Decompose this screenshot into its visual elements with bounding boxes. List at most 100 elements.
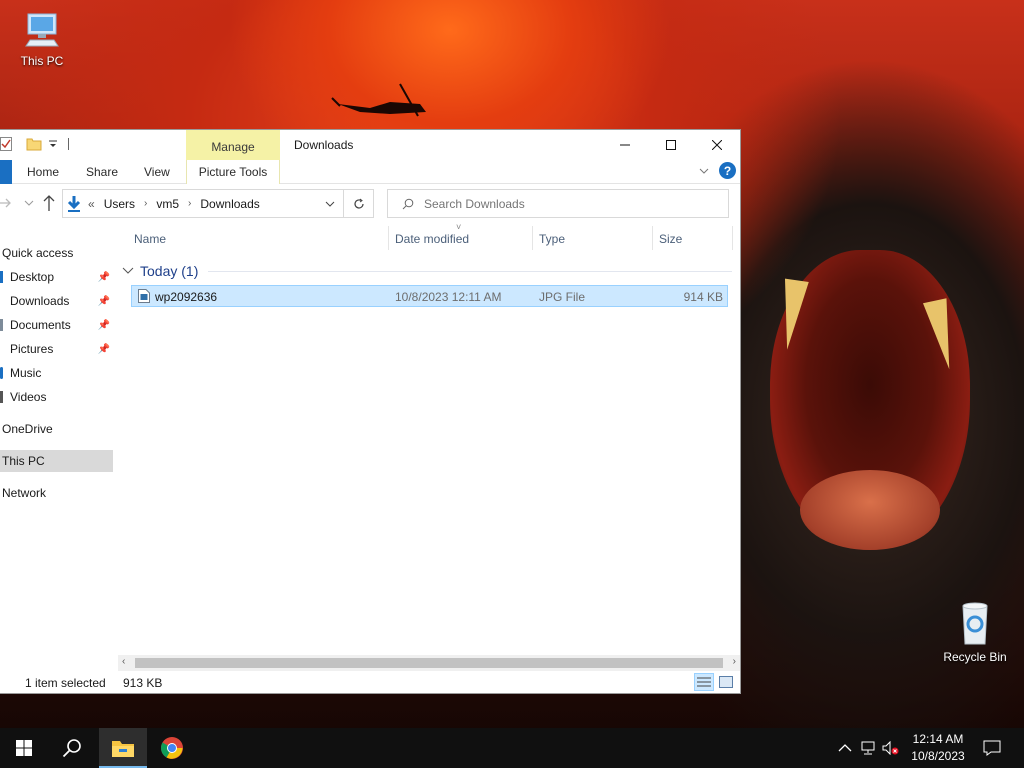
nav-item-label: Quick access: [2, 246, 74, 260]
scroll-left-icon[interactable]: ‹: [122, 656, 125, 667]
ribbon-tab-bar: Home Share View Picture Tools ?: [0, 160, 740, 184]
taskbar-file-explorer[interactable]: [99, 728, 147, 768]
breadcrumb-vm5[interactable]: vm5: [156, 197, 179, 211]
downloads-folder-icon: [67, 195, 81, 212]
file-name: wp2092636: [155, 290, 218, 304]
network-icon[interactable]: [860, 741, 878, 755]
forward-arrow-icon[interactable]: [0, 195, 14, 211]
customize-toolbar-dropdown-icon[interactable]: [48, 139, 58, 149]
up-arrow-icon[interactable]: [42, 194, 56, 212]
column-header-size[interactable]: Size: [659, 232, 682, 246]
quick-access-toolbar: [0, 137, 69, 151]
large-icons-view-button[interactable]: [716, 673, 736, 691]
jpg-file-icon: [138, 289, 150, 303]
address-overflow[interactable]: «: [88, 197, 95, 211]
breadcrumb-downloads[interactable]: Downloads: [200, 197, 259, 211]
taskbar-clock[interactable]: 12:14 AM 10/8/2023: [904, 731, 972, 765]
scrollbar-thumb[interactable]: [135, 658, 723, 668]
nav-item-downloads[interactable]: Downloads 📌: [0, 290, 113, 312]
maximize-icon: [666, 140, 676, 150]
details-view-button[interactable]: [694, 673, 714, 691]
tab-home[interactable]: Home: [27, 165, 59, 179]
nav-item-label: Network: [2, 486, 47, 500]
help-icon[interactable]: ?: [719, 162, 736, 179]
tab-share[interactable]: Share: [86, 165, 118, 179]
column-divider[interactable]: [388, 226, 389, 250]
expand-ribbon-icon[interactable]: [699, 168, 709, 174]
tab-picture-tools[interactable]: Picture Tools: [186, 160, 280, 184]
column-header-name[interactable]: Name: [134, 232, 166, 246]
scroll-right-icon[interactable]: ›: [733, 656, 736, 667]
desktop-icon-this-pc[interactable]: This PC: [4, 10, 80, 68]
group-divider: [208, 270, 732, 272]
nav-item-label: Videos: [10, 390, 47, 404]
nav-network[interactable]: Network: [0, 482, 113, 504]
address-dropdown-icon[interactable]: [325, 201, 335, 207]
breadcrumb-users[interactable]: Users: [104, 197, 135, 211]
close-button[interactable]: [694, 130, 740, 160]
action-center-button[interactable]: [968, 728, 1016, 768]
desktop-icon-label: This PC: [20, 54, 64, 68]
breadcrumb-chevron-icon[interactable]: ›: [188, 198, 191, 209]
status-bar: 1 item selected 913 KB: [0, 671, 740, 695]
wallpaper-ape-tongue: [800, 470, 940, 550]
nav-item-videos[interactable]: Videos: [0, 386, 113, 408]
start-button[interactable]: [0, 728, 48, 768]
windows-logo-icon: [16, 740, 32, 756]
pin-icon: 📌: [97, 271, 110, 283]
new-folder-icon[interactable]: [26, 137, 42, 151]
search-input[interactable]: [424, 196, 704, 211]
clock-time: 12:14 AM: [912, 732, 964, 746]
search-box[interactable]: [387, 189, 729, 218]
refresh-icon: [353, 198, 364, 209]
taskbar-chrome[interactable]: [148, 728, 196, 768]
nav-quick-access[interactable]: Quick access: [0, 242, 113, 264]
column-headers: ˅ Name Date modified Type Size: [118, 222, 740, 250]
nav-item-label: Downloads: [10, 294, 70, 308]
search-icon: [62, 739, 81, 758]
collapse-chevron-icon[interactable]: [122, 267, 134, 275]
address-bar[interactable]: « Users › vm5 › Downloads: [62, 189, 344, 218]
nav-item-music[interactable]: Music: [0, 362, 113, 384]
maximize-button[interactable]: [648, 130, 694, 160]
show-hidden-icons-chevron-icon[interactable]: [838, 743, 852, 753]
recent-locations-chevron-icon[interactable]: [24, 195, 34, 211]
nav-item-label: Desktop: [10, 270, 55, 284]
nav-onedrive[interactable]: OneDrive: [0, 418, 113, 440]
title-bar[interactable]: Manage Downloads: [0, 130, 740, 183]
nav-item-label: Music: [10, 366, 42, 380]
breadcrumb-chevron-icon[interactable]: ›: [144, 198, 147, 209]
nav-item-pictures[interactable]: Pictures 📌: [0, 338, 113, 360]
file-date-modified: 10/8/2023 12:11 AM: [395, 290, 502, 304]
nav-this-pc[interactable]: This PC: [0, 450, 113, 472]
column-divider[interactable]: [732, 226, 733, 250]
column-divider[interactable]: [532, 226, 533, 250]
group-header-today[interactable]: Today (1): [122, 261, 732, 281]
pin-icon: 📌: [97, 319, 110, 331]
desktop-icon-label: Recycle Bin: [943, 650, 1007, 664]
volume-muted-icon[interactable]: [882, 741, 900, 755]
toolbar-separator: [68, 138, 69, 150]
music-folder-icon: [0, 367, 3, 379]
file-row[interactable]: wp2092636 10/8/2023 12:11 AM JPG File 91…: [131, 285, 728, 307]
tab-file[interactable]: [0, 160, 12, 184]
search-button[interactable]: [48, 728, 96, 768]
system-tray: [838, 728, 900, 768]
column-header-date-modified[interactable]: Date modified: [395, 232, 469, 246]
file-explorer-icon: [112, 741, 134, 757]
status-size: 913 KB: [123, 676, 163, 690]
this-pc-icon: [25, 13, 59, 47]
nav-item-documents[interactable]: Documents 📌: [0, 314, 113, 336]
properties-icon[interactable]: [0, 137, 12, 151]
column-header-type[interactable]: Type: [539, 232, 565, 246]
horizontal-scrollbar[interactable]: ‹ ›: [118, 655, 740, 671]
desktop-icon-recycle-bin[interactable]: Recycle Bin: [937, 600, 1013, 664]
column-divider[interactable]: [652, 226, 653, 250]
nav-item-desktop[interactable]: Desktop 📌: [0, 266, 113, 288]
tab-view[interactable]: View: [144, 165, 170, 179]
file-type: JPG File: [539, 290, 586, 304]
minimize-button[interactable]: [602, 130, 648, 160]
navigation-row: « Users › vm5 › Downloads: [0, 189, 740, 219]
nav-item-label: Pictures: [10, 342, 54, 356]
refresh-button[interactable]: [344, 189, 374, 218]
